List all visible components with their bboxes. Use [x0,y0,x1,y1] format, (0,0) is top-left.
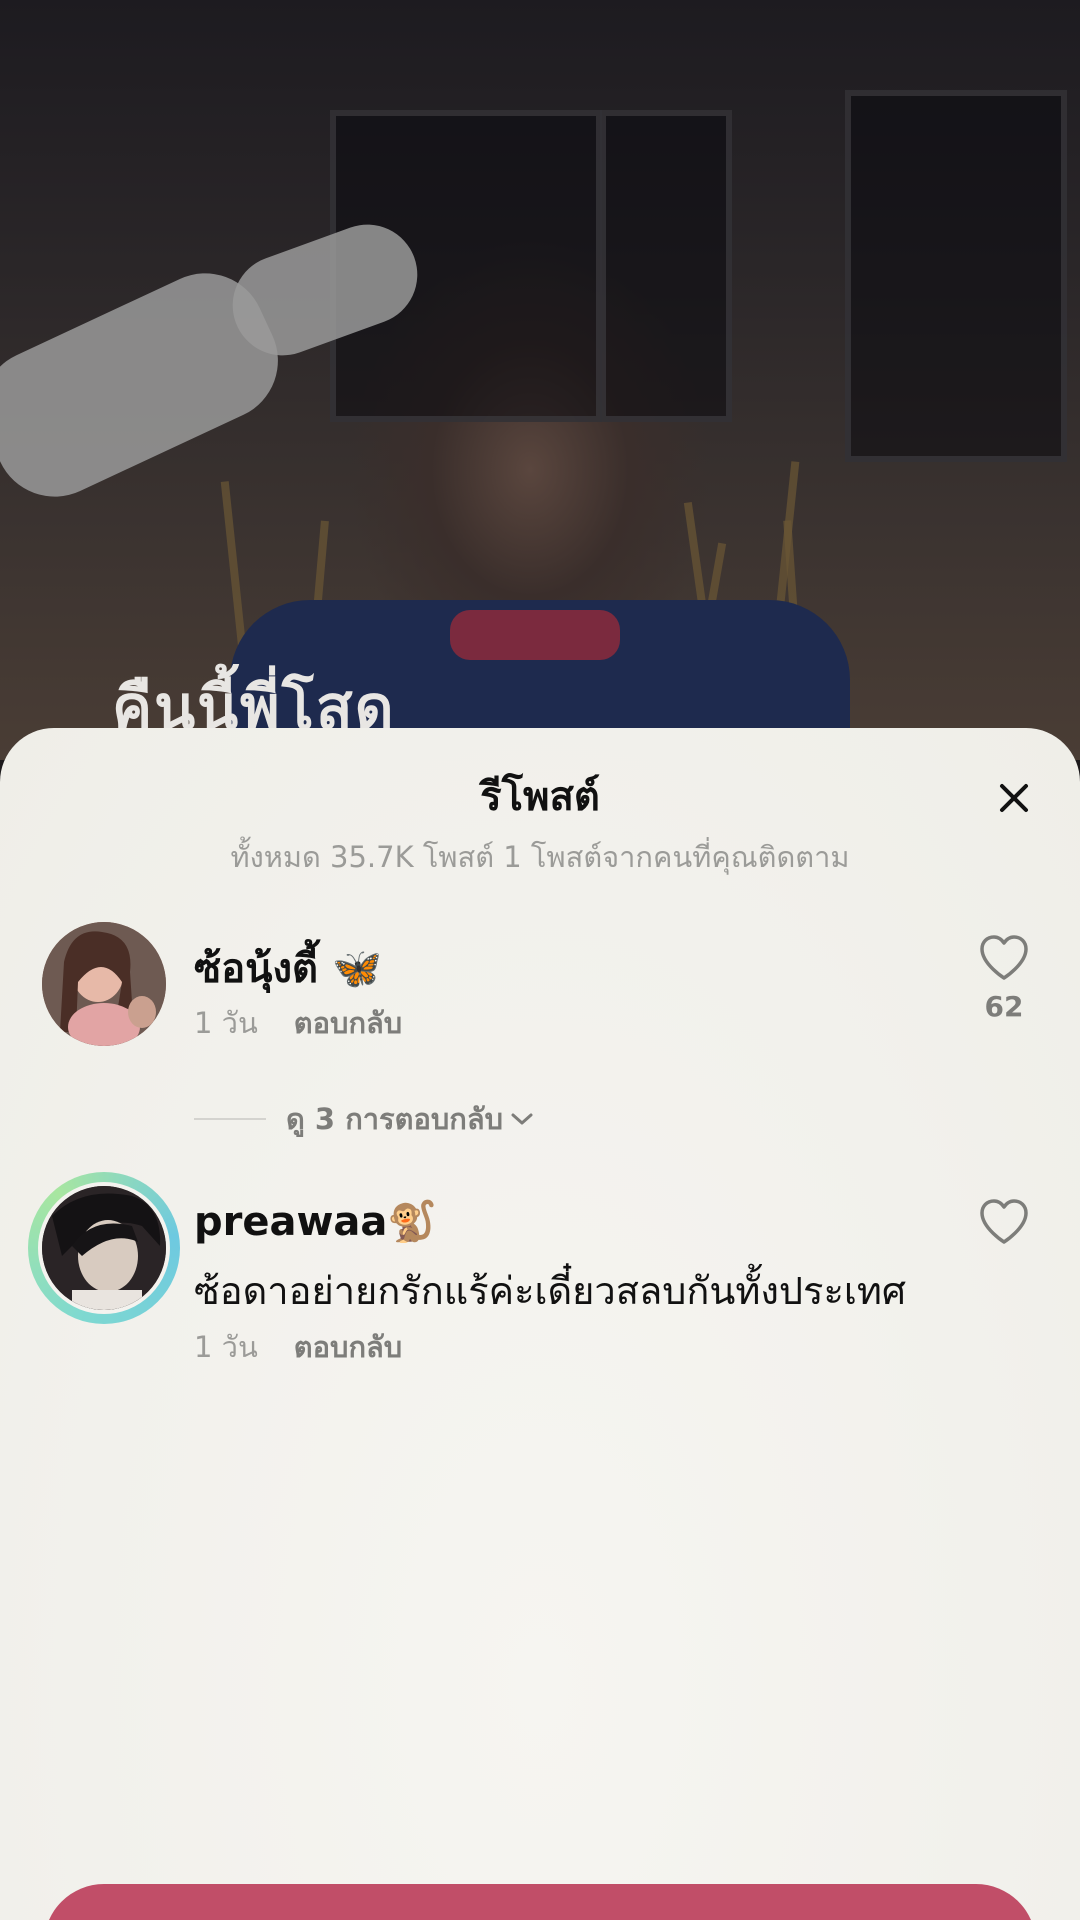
like-count: 62 [984,990,1024,1023]
close-button[interactable] [986,770,1042,826]
comment-time: 1 วัน [194,1330,258,1364]
divider-line [194,1118,266,1120]
repost-count-subtitle: ทั้งหมด 35.7K โพสต์ 1 โพสต์จากคนที่คุณติ… [230,840,850,874]
avatar[interactable] [38,1182,170,1314]
avatar-photo [42,922,166,1046]
bottom-action-button[interactable] [44,1884,1036,1920]
avatar-photo [42,1186,166,1310]
chevron-down-icon [511,1113,533,1125]
choker [450,610,620,660]
sheet-title: รีโพสต์ [480,774,600,820]
heart-outline-icon [980,1199,1028,1244]
comment-time: 1 วัน [194,1006,258,1040]
view-replies-label: ดู 3 การตอบกลับ [286,1102,504,1136]
background-window [845,90,1067,462]
like-button[interactable] [974,1198,1034,1250]
close-icon [1000,784,1028,812]
avatar[interactable] [42,922,166,1046]
reply-button[interactable]: ตอบกลับ [294,1006,402,1040]
comment-meta: 1 วัน ตอบกลับ [194,1324,402,1370]
comment-meta: 1 วัน ตอบกลับ [194,1000,402,1046]
view-replies-button[interactable]: ดู 3 การตอบกลับ [194,1096,535,1142]
background-window [600,110,732,422]
comment-username[interactable]: preawaa🐒 [194,1198,437,1245]
heart-outline-icon [980,935,1028,980]
screen: คืนนี้พี่โสด รีโพสต์ ทั้งหมด 35.7K โพสต์… [0,0,1080,1920]
reply-button[interactable]: ตอบกลับ [294,1330,402,1364]
comment-username[interactable]: ซ้อนุ้งตี้ 🦋 [194,936,382,1000]
video-background[interactable]: คืนนี้พี่โสด [0,0,1080,780]
like-button[interactable]: 62 [974,934,1034,1023]
repost-sheet: รีโพสต์ ทั้งหมด 35.7K โพสต์ 1 โพสต์จากคน… [0,728,1080,1920]
comment-text: ซ้อดาอย่ายกรักแร้ค่ะเดี๋ยวสลบกันทั้งประเ… [194,1269,907,1313]
